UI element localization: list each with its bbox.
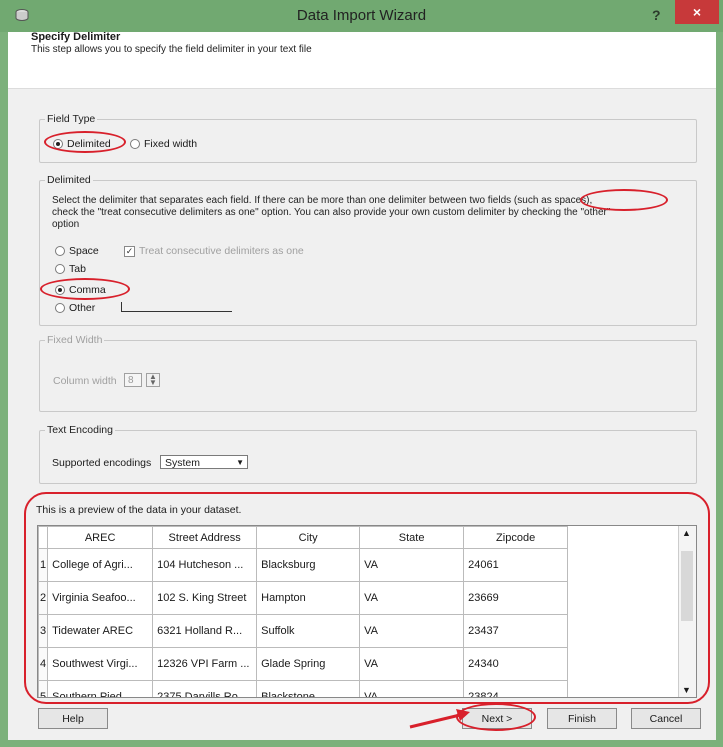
delimiter-description-line-3: option [52,219,80,230]
close-button[interactable]: × [675,0,719,24]
other-label: Other [69,302,96,314]
table-cell: Tidewater AREC [47,614,154,648]
column-width-label: Column width [53,375,117,387]
consecutive-delimiters-checkbox[interactable]: ✓ Treat consecutive delimiters as one [124,245,304,257]
comma-label: Comma [69,284,106,296]
consecutive-delimiters-label: Treat consecutive delimiters as one [139,245,304,257]
table-cell: College of Agri... [47,548,154,582]
space-label: Space [69,245,99,257]
table-cell: 23437 [463,614,569,648]
row-number: 5 [38,680,49,697]
column-header[interactable]: City [256,526,361,549]
row-number-header [38,526,49,549]
table-row[interactable]: 5 Southern Pied... 2375 Darvills Ro... B… [38,680,569,697]
chevron-down-icon: ▼ [236,458,244,467]
table-cell: 2375 Darvills Ro... [152,680,258,697]
table-cell: 104 Hutcheson ... [152,548,258,582]
table-cell: 6321 Holland R... [152,614,258,648]
column-header[interactable]: State [359,526,465,549]
table-row[interactable]: 2 Virginia Seafoo... 102 S. King Street … [38,581,569,615]
space-radio[interactable]: Space [55,245,99,257]
table-cell: VA [359,647,465,681]
delimiter-description-line-1: Select the delimiter that separates each… [52,195,593,206]
table-row[interactable]: 4 Southwest Virgi... 12326 VPI Farm ... … [38,647,569,681]
finish-button[interactable]: Finish [547,708,617,729]
table-row[interactable]: 3 Tidewater AREC 6321 Holland R... Suffo… [38,614,569,648]
other-delimiter-input[interactable] [121,302,232,312]
table-cell: 23824 [463,680,569,697]
table-cell: Hampton [256,581,361,615]
fixed-width-radio[interactable]: Fixed width [130,138,197,150]
next-button[interactable]: Next > [462,708,532,729]
table-cell: 24061 [463,548,569,582]
column-header[interactable]: Street Address [152,526,258,549]
table-cell: VA [359,581,465,615]
preview-label: This is a preview of the data in your da… [36,504,242,516]
radio-dot [130,139,140,149]
column-width-value[interactable]: 8 [124,373,142,387]
radio-dot [55,303,65,313]
radio-dot [55,264,65,274]
cancel-button[interactable]: Cancel [631,708,701,729]
table-cell: VA [359,680,465,697]
row-number: 4 [38,647,49,681]
delimiter-description-line-2: check the "treat consecutive delimiters … [52,207,611,218]
text-encoding-legend: Text Encoding [45,424,115,436]
radio-dot [55,246,65,256]
comma-radio[interactable]: Comma [55,284,106,296]
supported-encodings-label: Supported encodings [52,457,152,469]
spinner-arrows-icon[interactable]: ▲ ▼ [146,373,160,387]
table-cell: Blackstone [256,680,361,697]
scroll-down-icon[interactable]: ▼ [682,685,691,695]
radio-dot [55,285,65,295]
vertical-scrollbar[interactable]: ▲ ▼ [678,526,696,697]
preview-table: AREC Street Address City State Zipcode 1… [38,526,569,697]
table-row[interactable]: 1 College of Agri... 104 Hutcheson ... B… [38,548,569,582]
row-number: 2 [38,581,49,615]
step-title: Specify Delimiter [31,31,121,43]
table-cell: 24340 [463,647,569,681]
scroll-thumb[interactable] [681,551,693,621]
table-cell: Glade Spring [256,647,361,681]
table-cell: 102 S. King Street [152,581,258,615]
column-width-spinner[interactable]: 8 ▲ ▼ [124,373,170,387]
scroll-up-icon[interactable]: ▲ [682,528,691,538]
fixed-width-label: Fixed width [144,138,198,150]
tab-radio[interactable]: Tab [55,263,86,275]
table-cell: 12326 VPI Farm ... [152,647,258,681]
table-cell: 23669 [463,581,569,615]
other-radio[interactable]: Other [55,302,95,314]
row-number: 1 [38,548,49,582]
table-cell: Virginia Seafoo... [47,581,154,615]
delimited-label: Delimited [67,138,111,150]
tab-label: Tab [69,263,86,275]
checkbox-box: ✓ [124,245,135,257]
header-row: AREC Street Address City State Zipcode [38,526,569,549]
encoding-select[interactable]: System ▼ [160,455,248,469]
table-cell: Blacksburg [256,548,361,582]
help-button[interactable]: Help [38,708,108,729]
fixed-width-legend: Fixed Width [45,334,105,346]
encoding-selected-value: System [165,457,201,469]
step-description: This step allows you to specify the fiel… [31,44,312,55]
row-number: 3 [38,614,49,648]
radio-dot [53,139,63,149]
field-type-legend: Field Type [45,113,98,125]
table-cell: Southwest Virgi... [47,647,154,681]
table-cell: Suffolk [256,614,361,648]
window-title: Data Import Wizard [296,7,427,24]
table-cell: VA [359,548,465,582]
preview-grid: AREC Street Address City State Zipcode 1… [37,525,697,698]
delimited-legend: Delimited [45,174,93,186]
table-cell: Southern Pied... [47,680,154,697]
table-cell: VA [359,614,465,648]
column-header[interactable]: AREC [47,526,154,549]
column-header[interactable]: Zipcode [463,526,569,549]
delimited-radio[interactable]: Delimited [53,138,111,150]
help-question-icon[interactable]: ? [652,7,661,23]
title-bar: Data Import Wizard ? × [0,0,723,32]
